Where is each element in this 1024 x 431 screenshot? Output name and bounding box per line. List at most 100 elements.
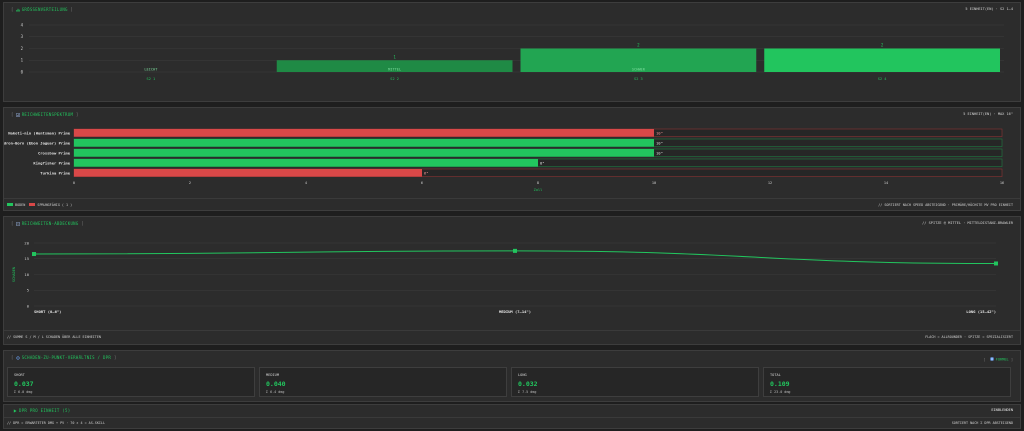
y-tick-label: 5 bbox=[27, 288, 29, 293]
legend-slow-label: SPRUNGFÄHIG ( 1 ) bbox=[37, 203, 73, 207]
x-tick-label: SHORT (0–6") bbox=[34, 309, 61, 314]
stat-label: SHORT bbox=[14, 373, 25, 377]
y-axis-label: SCHADEN bbox=[12, 267, 16, 282]
stat-damage-sum: Σ 7.5 dmg bbox=[518, 390, 537, 394]
category-label: Cauldron-Born (Ebon Jaguar) Prime bbox=[4, 141, 71, 146]
legend-fast-label: BODEN bbox=[15, 203, 26, 207]
x-tick-label: 0 bbox=[73, 181, 75, 185]
x-tick-label: 12 bbox=[768, 181, 772, 185]
panel-meta: // SPITZE @ MITTEL · MITTELDISTANZ-BRAWL… bbox=[922, 221, 1013, 225]
formula-button[interactable]: [ FORMEL ] bbox=[983, 357, 1013, 362]
bar bbox=[74, 169, 422, 177]
bar-value-label: 8" bbox=[540, 161, 545, 166]
y-tick-label: 15 bbox=[24, 256, 29, 261]
panel-meta: 5 EINHEIT(EN) · MAX 16" bbox=[963, 112, 1013, 116]
bar-value-label: 2 bbox=[881, 43, 884, 48]
chart-icon bbox=[15, 112, 20, 117]
y-tick-label: 0 bbox=[21, 69, 24, 74]
collapse-toggle[interactable]: DPR PRO EINHEIT (5) bbox=[11, 408, 70, 413]
dpr-stat-medium: MEDIUM 0.040 Σ 6.4 dmg bbox=[259, 367, 507, 397]
panel-footer-sort: SORTIERT NACH Σ DPR ABSTEIGEND bbox=[951, 421, 1013, 425]
bar-value-label: 2 bbox=[637, 43, 640, 48]
dpr-stat-short: SHORT 0.037 Σ 6.0 dmg bbox=[7, 367, 255, 397]
x-tick-label: MEDIUM (7–14") bbox=[499, 309, 531, 314]
stat-label: MEDIUM bbox=[266, 373, 279, 377]
panel-header: [SCHADEN-ZU-PUNKT-VERHÄLTNIS / DPR ] [ F… bbox=[4, 351, 1020, 363]
legend-swatch-slow bbox=[29, 203, 36, 206]
panel-footer-note: // SUMME S / M / L SCHADEN ÜBER ALLE EIN… bbox=[7, 335, 101, 339]
y-tick-label: 3 bbox=[21, 34, 24, 39]
legend-swatch-fast bbox=[7, 203, 13, 206]
y-tick-label: 20 bbox=[24, 240, 29, 245]
legend: BODEN SPRUNGFÄHIG ( 1 ) bbox=[7, 203, 72, 207]
bar-value-label: 10" bbox=[656, 131, 663, 136]
panel-footer-note: // DPR = ERWARTETER DMG ÷ PV · 70 × 4 = … bbox=[7, 421, 105, 425]
bar-size-label: SCHWER bbox=[632, 68, 646, 72]
range-coverage-chart: 0 5 10 15 20 SCHADEN SHORT (0–6") MEDIUM (7–14"… bbox=[12, 240, 998, 314]
panel-meta: 5 EINHEIT(EN) · S2 1–4 bbox=[965, 7, 1013, 11]
y-tick-label: 0 bbox=[27, 303, 30, 308]
panel-header: [REICHWEITEN-ABDECKUNG ] // SPITZE @ MIT… bbox=[4, 217, 1020, 229]
stat-value: 0.032 bbox=[518, 380, 538, 388]
target-icon bbox=[16, 355, 20, 360]
x-tick-label: S2 1 bbox=[147, 77, 156, 81]
stat-value: 0.040 bbox=[266, 380, 286, 388]
bar-size-label: MITTEL bbox=[388, 68, 401, 72]
panel-title: [REICHWEITEN-ABDECKUNG ] bbox=[11, 221, 85, 226]
panel-title: [GRÖSSENVERTEILUNG ] bbox=[11, 7, 74, 12]
bar-size-label: LEICHT bbox=[144, 68, 158, 72]
panel-footer-note: // SORTIERT NACH SPEED ABSTEIGEND · PRIM… bbox=[878, 203, 1013, 207]
bar-chart-icon bbox=[16, 8, 20, 12]
y-tick-label: 1 bbox=[21, 58, 24, 63]
range-spectrum-panel: [REICHWEITENSPEKTRUM ] 5 EINHEIT(EN) · M… bbox=[3, 107, 1021, 211]
bar-value-label: 10" bbox=[656, 151, 663, 156]
data-point bbox=[32, 252, 36, 257]
panel-header: [REICHWEITENSPEKTRUM ] 5 EINHEIT(EN) · M… bbox=[4, 108, 1020, 120]
x-tick-label: 6 bbox=[421, 181, 423, 185]
bar-value-label: 1 bbox=[393, 54, 396, 59]
panel-title: [REICHWEITENSPEKTRUM ] bbox=[11, 112, 79, 117]
y-tick-label: 10 bbox=[24, 272, 29, 277]
range-spectrum-chart: 10" Nakoti-nin (Huntsman) Prime 10" Cauldro… bbox=[4, 128, 1004, 192]
bar bbox=[74, 149, 654, 157]
expand-button[interactable]: EINBLENDEN bbox=[991, 408, 1013, 412]
dpr-per-unit-panel: DPR PRO EINHEIT (5) EINBLENDEN // DPR = … bbox=[3, 404, 1021, 429]
panel-footer-legend: FLACH = ALLROUNDER · SPITZE = SPEZIALISI… bbox=[925, 335, 1013, 339]
x-tick-label: 8 bbox=[537, 181, 539, 185]
x-tick-label: S2 3 bbox=[634, 77, 643, 81]
stat-damage-sum: Σ 6.0 dmg bbox=[14, 390, 33, 394]
category-label: Turkina Prime bbox=[40, 171, 70, 176]
info-icon bbox=[990, 357, 994, 361]
category-label: Crossbow Prime bbox=[38, 151, 71, 156]
dpr-stat-total: TOTAL 0.109 Σ 23.0 dmg bbox=[763, 367, 1011, 397]
x-tick-label: S2 2 bbox=[390, 77, 399, 81]
bar-value-label: 10" bbox=[656, 141, 663, 146]
size-distribution-chart: 0 1 2 3 4 LEICHT S2 1 1 MITTEL S2 2 2 SCHWER S2 3 2 S2… bbox=[21, 22, 1004, 81]
data-point bbox=[513, 248, 517, 253]
x-tick-label: 2 bbox=[189, 181, 191, 185]
stat-damage-sum: Σ 6.4 dmg bbox=[266, 390, 285, 394]
category-label: Nakoti-nin (Huntsman) Prime bbox=[8, 131, 70, 136]
y-tick-label: 4 bbox=[21, 22, 24, 27]
x-tick-label: LONG (15–42") bbox=[966, 309, 996, 314]
stat-label: TOTAL bbox=[770, 373, 781, 377]
category-label: Kingfisher Prime bbox=[33, 161, 70, 166]
stat-value: 0.109 bbox=[770, 380, 790, 388]
x-tick-label: 16 bbox=[1000, 181, 1004, 185]
x-tick-label: S2 4 bbox=[878, 77, 887, 81]
stat-damage-sum: Σ 23.0 dmg bbox=[770, 390, 791, 394]
y-tick-label: 2 bbox=[21, 46, 24, 51]
bar bbox=[74, 129, 654, 137]
panel-header: [GRÖSSENVERTEILUNG ] 5 EINHEIT(EN) · S2 … bbox=[4, 3, 1020, 15]
x-tick-label: 10 bbox=[652, 181, 656, 185]
stat-label: LONG bbox=[518, 373, 527, 377]
dpr-stat-long: LONG 0.032 Σ 7.5 dmg bbox=[511, 367, 759, 397]
x-tick-label: 4 bbox=[305, 181, 307, 185]
x-tick-label: 14 bbox=[884, 181, 888, 185]
range-coverage-panel: [REICHWEITEN-ABDECKUNG ] // SPITZE @ MIT… bbox=[3, 216, 1021, 345]
stat-value: 0.037 bbox=[14, 380, 34, 388]
bar bbox=[764, 48, 1000, 72]
bar bbox=[74, 159, 538, 167]
panel-title: [SCHADEN-ZU-PUNKT-VERHÄLTNIS / DPR ] bbox=[11, 355, 117, 360]
line-chart-icon bbox=[15, 221, 20, 226]
